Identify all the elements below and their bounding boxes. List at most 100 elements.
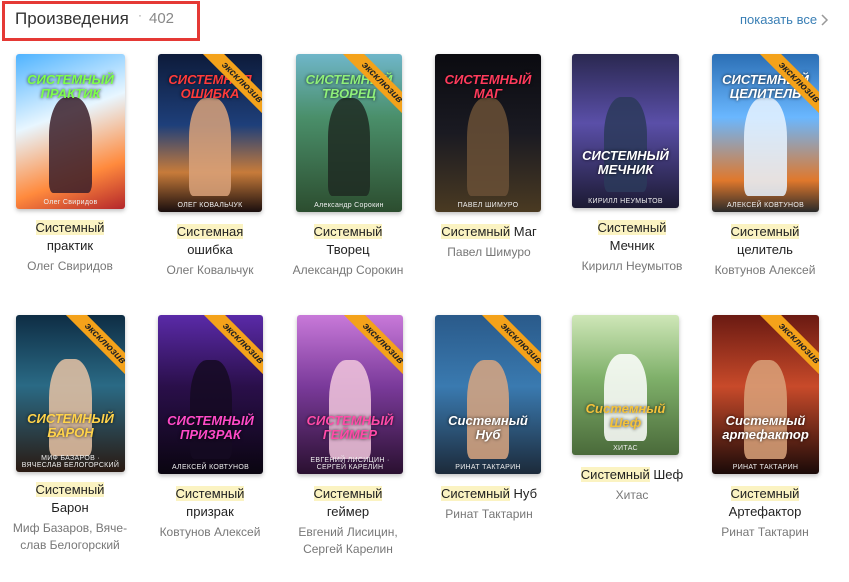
book-title[interactable]: Системная ошибка: [142, 223, 278, 259]
title-highlight: Системный: [730, 486, 800, 501]
book-meta: Системный целитель Ковтунов Алексей: [697, 223, 833, 279]
book-title[interactable]: Системный практик: [2, 219, 138, 255]
book-cover[interactable]: СИСТЕМНЫЙ ПРИЗРАК АЛЕКСЕЙ КОВТУНОВ эксклюз…: [158, 315, 263, 474]
show-all-label: показать все: [740, 12, 818, 27]
book-title[interactable]: Системный Барон: [2, 481, 138, 517]
cover-author: Олег Свиридов: [43, 199, 98, 206]
book-title[interactable]: Системный Маг: [421, 223, 557, 241]
exclusive-ribbon: эксклюзив: [193, 315, 263, 385]
cover-title: Системный Шеф: [585, 401, 666, 430]
title-highlight: Системный: [313, 224, 383, 239]
book-title[interactable]: Системный Мечник: [564, 219, 700, 255]
book-title[interactable]: Системный Артефактор: [697, 485, 833, 521]
title-rest: Мечник: [609, 238, 655, 253]
book-author[interactable]: Александр Сорокин: [280, 262, 416, 279]
book-author[interactable]: Олег Ковальчук: [142, 262, 278, 279]
cover-author: РИНАТ ТАКТАРИН: [455, 464, 521, 471]
cover-author: ЕВГЕНИЙ ЛИСИЦИН · СЕРГЕЙ КАРЕЛИН: [310, 457, 390, 471]
book-cover[interactable]: СИСТЕМНАЯ ОШИБКА ОЛЕГ КОВАЛЬЧУК эксклюзив: [158, 54, 262, 212]
book-author[interactable]: Евгений Лисицин, Сергей Карелин: [280, 524, 416, 558]
cover-author: КИРИЛЛ НЕУМЫТОВ: [588, 198, 663, 205]
book-title[interactable]: Системный Шеф: [564, 466, 700, 484]
cover-author: АЛЕКСЕЙ КОВТУНОВ: [726, 202, 805, 209]
book-meta: Системный практик Олег Свиридов: [2, 219, 138, 275]
exclusive-ribbon: эксклюзив: [55, 315, 125, 385]
book-author[interactable]: Ковтунов Алексей: [142, 524, 278, 541]
cover-author: ОЛЕГ КОВАЛЬЧУК: [177, 202, 243, 209]
book-cover[interactable]: СИСТЕМНЫЙ МАГ ПАВЕЛ ШИМУРО: [435, 54, 541, 212]
book-meta: Системный Нуб Ринат Тактарин: [421, 485, 557, 523]
title-rest: Нуб: [513, 486, 538, 501]
cover-title: Системный Нуб: [448, 413, 528, 442]
title-rest: геймер: [326, 504, 370, 519]
book-title[interactable]: Системный Нуб: [421, 485, 557, 503]
book-title[interactable]: Системный призрак: [142, 485, 278, 521]
book-cover[interactable]: СИСТЕМНЫЙ БАРОН МИФ БАЗАРОВ · ВЯЧЕСЛАВ БЕ…: [16, 315, 125, 472]
cover-author: РИНАТ ТАКТАРИН: [732, 464, 799, 471]
title-rest: практик: [46, 238, 94, 253]
exclusive-ribbon: эксклюзив: [333, 315, 403, 385]
exclusive-ribbon-label: эксклюзив: [758, 54, 819, 124]
cover-figure: [466, 98, 510, 196]
book-author[interactable]: Ринат Тактарин: [421, 506, 557, 523]
exclusive-ribbon-label: эксклюзив: [342, 315, 403, 385]
book-title[interactable]: Системный целитель: [697, 223, 833, 259]
show-all-link[interactable]: показать все: [740, 12, 829, 27]
cover-author: Александр Сорокин: [314, 202, 384, 209]
title-rest: Творец: [326, 242, 370, 257]
book-cover[interactable]: Системный артефактор РИНАТ ТАКТАРИН эксклю…: [712, 315, 819, 474]
book-cover[interactable]: СИСТЕМНЫЙ ЦЕЛИТЕЛЬ АЛЕКСЕЙ КОВТУНОВ эксклю…: [712, 54, 819, 212]
book-cover[interactable]: Системный Нуб РИНАТ ТАКТАРИН эксклюзив: [435, 315, 541, 474]
cover-title: СИСТЕМНЫЙ ГЕЙМЕР: [306, 413, 394, 442]
title-highlight: Системный: [440, 486, 510, 501]
exclusive-ribbon-label: эксклюзив: [64, 315, 125, 385]
cover-title: Системный артефактор: [722, 413, 809, 442]
cover-figure: [604, 97, 647, 192]
title-rest: Барон: [51, 500, 89, 515]
exclusive-ribbon: эксклюзив: [332, 54, 402, 124]
book-meta: Системный Шеф Хитас: [564, 466, 700, 504]
book-title[interactable]: Системный геймер: [280, 485, 416, 521]
book-author[interactable]: Ковтунов Алексей: [697, 262, 833, 279]
book-author[interactable]: Ринат Тактарин: [697, 524, 833, 541]
exclusive-ribbon: эксклюзив: [471, 315, 541, 385]
chevron-right-icon: [821, 13, 829, 26]
book-author[interactable]: Миф Базаров, Вяче­слав Белогорский: [2, 520, 138, 554]
title-rest: призрак: [186, 504, 234, 519]
title-rest: целитель: [737, 242, 793, 257]
cover-title: СИСТЕМНЫЙ ПРИЗРАК: [167, 413, 254, 442]
book-meta: Системный Артефактор Ринат Тактарин: [697, 485, 833, 541]
cover-figure: [48, 97, 93, 193]
cover-author: МИФ БАЗАРОВ · ВЯЧЕСЛАВ БЕЛОГОРСКИЙ: [21, 455, 120, 469]
section-title: Произведения: [15, 9, 129, 28]
exclusive-ribbon-label: эксклюзив: [201, 54, 262, 124]
title-highlight: Системный: [35, 220, 105, 235]
exclusive-ribbon-label: эксклюзив: [758, 315, 819, 385]
book-meta: Системная ошибка Олег Ковальчук: [142, 223, 278, 279]
title-rest: Маг: [513, 224, 537, 239]
cover-author: ХИТАС: [613, 445, 638, 452]
book-cover[interactable]: Системный Шеф ХИТАС: [572, 315, 679, 455]
book-title[interactable]: Системный Творец: [280, 223, 416, 259]
title-highlight: Системный: [35, 482, 105, 497]
title-highlight: Системный: [580, 467, 650, 482]
cover-title: СИСТЕМНЫЙ БАРОН: [27, 411, 114, 440]
title-highlight: Системная: [176, 224, 244, 239]
book-meta: Системный Творец Александр Сорокин: [280, 223, 416, 279]
exclusive-ribbon: эксклюзив: [192, 54, 262, 124]
exclusive-ribbon-label: эксклюзив: [341, 54, 402, 124]
title-highlight: Системный: [730, 224, 800, 239]
book-cover[interactable]: СИСТЕМНЫЙ ГЕЙМЕР ЕВГЕНИЙ ЛИСИЦИН · СЕРГЕЙ…: [297, 315, 403, 474]
book-cover[interactable]: СИСТЕМНЫЙ ТВОРЕЦ Александр Сорокин эксклюз…: [296, 54, 402, 212]
exclusive-ribbon-label: эксклюзив: [202, 315, 263, 385]
book-author[interactable]: Павел Шимуро: [421, 244, 557, 261]
title-highlight: Системный: [313, 486, 383, 501]
exclusive-ribbon-label: эксклюзив: [480, 315, 541, 385]
book-cover[interactable]: СИСТЕМНЫЙ ПРАКТИК Олег Свиридов: [16, 54, 125, 209]
exclusive-ribbon: эксклюзив: [749, 315, 819, 385]
book-author[interactable]: Кирилл Неумытов: [564, 258, 700, 275]
book-author[interactable]: Хитас: [564, 487, 700, 504]
book-cover[interactable]: СИСТЕМНЫЙ МЕЧНИК КИРИЛЛ НЕУМЫТОВ: [572, 54, 679, 208]
book-meta: Системный геймер Евгений Лисицин, Сергей К…: [280, 485, 416, 558]
book-author[interactable]: Олег Свиридов: [2, 258, 138, 275]
